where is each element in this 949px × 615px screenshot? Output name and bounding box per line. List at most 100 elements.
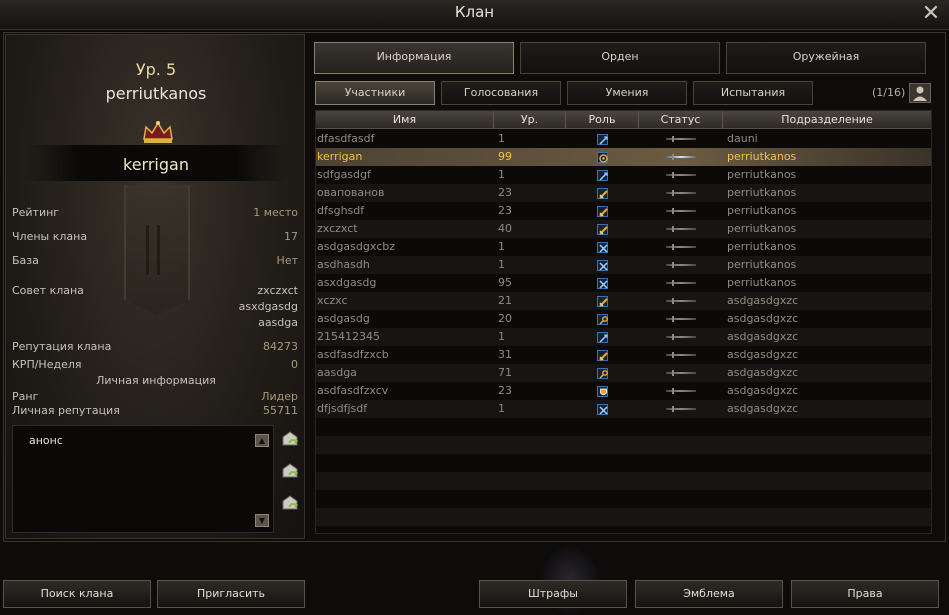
personal-info-header: Личная информация bbox=[96, 374, 216, 387]
stat-label: Члены клана bbox=[12, 230, 88, 243]
tab-information[interactable]: Информация bbox=[314, 42, 514, 74]
col-division[interactable]: Подразделение bbox=[723, 111, 931, 128]
member-division: asdgasdgxzc bbox=[727, 348, 799, 361]
empty-row bbox=[316, 490, 931, 508]
status-sword-icon bbox=[666, 172, 696, 178]
member-level: 40 bbox=[498, 222, 512, 235]
status-sword-icon bbox=[666, 370, 696, 376]
role-key-icon bbox=[597, 368, 608, 379]
role-shield-icon bbox=[597, 386, 608, 397]
stat-value: 17 bbox=[284, 230, 298, 243]
table-row[interactable]: 215412345 1 asdgasdgxzc bbox=[316, 328, 931, 346]
page-counter: (1/16) bbox=[872, 86, 906, 99]
member-level: 99 bbox=[498, 150, 512, 163]
subtab-skills[interactable]: Умения bbox=[567, 81, 687, 105]
table-row[interactable]: asdhasdh 1 perriutkanos bbox=[316, 256, 931, 274]
member-division: dauni bbox=[727, 132, 758, 145]
stat-value: 0 bbox=[291, 358, 298, 371]
table-row[interactable]: asdfasdfzxcb 31 asdgasdgxzc bbox=[316, 346, 931, 364]
member-level: 23 bbox=[498, 186, 512, 199]
member-level: 23 bbox=[498, 384, 512, 397]
status-sword-icon bbox=[666, 244, 696, 250]
stat-label: Репутация клана bbox=[12, 340, 112, 353]
clan-info-panel: Ур. 5 perriutkanos kerrigan Рейтинг 1 ме… bbox=[5, 34, 305, 539]
role-sword-icon bbox=[597, 206, 608, 217]
table-row[interactable]: asdgasdgxcbz 1 perriutkanos bbox=[316, 238, 931, 256]
member-name: asxdgasdg bbox=[317, 276, 377, 289]
empty-row bbox=[316, 454, 931, 472]
crown-icon bbox=[143, 121, 173, 143]
scroll-down-icon[interactable]: ▼ bbox=[255, 514, 269, 527]
rights-button[interactable]: Права bbox=[791, 580, 939, 608]
council-member: zxczxct bbox=[257, 284, 298, 297]
role-sword-icon bbox=[597, 224, 608, 235]
member-division: perriutkanos bbox=[727, 186, 797, 199]
member-level: 1 bbox=[498, 168, 505, 181]
stat-members: Члены клана 17 bbox=[12, 230, 298, 244]
col-role[interactable]: Роль bbox=[566, 111, 639, 128]
table-row[interactable]: asdfasdfzxcv 23 asdgasdgxzc bbox=[316, 382, 931, 400]
clan-name: perriutkanos bbox=[105, 84, 207, 103]
member-division: asdgasdgxzc bbox=[727, 384, 799, 397]
personal-reputation: Личная репутация 55711 bbox=[12, 404, 298, 418]
profile-button[interactable] bbox=[909, 83, 931, 103]
stat-value: 84273 bbox=[263, 340, 298, 353]
stat-value: Нет bbox=[276, 254, 298, 267]
col-status[interactable]: Статус bbox=[639, 111, 723, 128]
table-row[interactable]: dfsghsdf 23 perriutkanos bbox=[316, 202, 931, 220]
member-division: perriutkanos bbox=[727, 276, 797, 289]
invite-button[interactable]: Пригласить bbox=[157, 580, 305, 608]
table-row[interactable]: asdgasdg 20 asdgasdgxzc bbox=[316, 310, 931, 328]
status-sword-icon bbox=[666, 262, 696, 268]
status-sword-icon bbox=[666, 190, 696, 196]
role-sword-icon bbox=[597, 296, 608, 307]
status-sword-icon bbox=[666, 298, 696, 304]
table-row[interactable]: asxdgasdg 95 perriutkanos bbox=[316, 274, 931, 292]
emblem-button[interactable]: Эмблема bbox=[635, 580, 783, 608]
stat-weekly: КРП/Неделя 0 bbox=[12, 358, 298, 372]
subtab-trials[interactable]: Испытания bbox=[693, 81, 813, 105]
close-icon[interactable]: ✕ bbox=[919, 3, 943, 27]
subtab-members[interactable]: Участники bbox=[315, 81, 435, 105]
scroll-up-icon[interactable]: ▲ bbox=[255, 434, 269, 447]
col-name[interactable]: Имя bbox=[316, 111, 494, 128]
table-row[interactable]: aasdga 71 asdgasdgxzc bbox=[316, 364, 931, 382]
tab-order[interactable]: Орден bbox=[520, 42, 720, 74]
announcement-box[interactable]: анонс ▲ ▼ bbox=[12, 425, 274, 533]
member-level: 95 bbox=[498, 276, 512, 289]
clan-leader-name: kerrigan bbox=[123, 155, 189, 174]
status-sword-icon bbox=[666, 280, 696, 286]
tab-armory[interactable]: Оружейная bbox=[726, 42, 926, 74]
search-clan-button[interactable]: Поиск клана bbox=[3, 580, 151, 608]
status-sword-icon bbox=[666, 316, 696, 322]
table-row[interactable]: dfjsdfjsdf 1 asdgasdgxzc bbox=[316, 400, 931, 418]
mail-reply-icon[interactable] bbox=[280, 493, 300, 513]
penalties-button[interactable]: Штрафы bbox=[479, 580, 627, 608]
table-row[interactable]: sdfgasdgf 1 perriutkanos bbox=[316, 166, 931, 184]
table-row[interactable]: овапованов 23 perriutkanos bbox=[316, 184, 931, 202]
person-icon bbox=[913, 86, 927, 101]
role-cross-icon bbox=[597, 278, 608, 289]
member-division: perriutkanos bbox=[727, 204, 797, 217]
table-row[interactable]: zxczxct 40 perriutkanos bbox=[316, 220, 931, 238]
table-row[interactable]: kerrigan 99 perriutkanos bbox=[316, 148, 931, 166]
member-name: dfjsdfjsdf bbox=[317, 402, 368, 415]
col-level[interactable]: Ур. bbox=[494, 111, 566, 128]
empty-row bbox=[316, 526, 931, 544]
member-name: 215412345 bbox=[317, 330, 380, 343]
member-level: 21 bbox=[498, 294, 512, 307]
status-sword-icon bbox=[666, 136, 696, 142]
mail-reply-icon[interactable] bbox=[280, 429, 300, 449]
stat-label: База bbox=[12, 254, 39, 267]
mail-reply-icon[interactable] bbox=[280, 461, 300, 481]
role-sword-icon bbox=[597, 170, 608, 181]
member-division: perriutkanos bbox=[727, 258, 797, 271]
table-row[interactable]: dfasdfasdf 1 dauni bbox=[316, 130, 931, 148]
table-row[interactable]: xczxc 21 asdgasdgxzc bbox=[316, 292, 931, 310]
status-sword-icon bbox=[666, 208, 696, 214]
role-leader-icon bbox=[597, 152, 608, 163]
personal-rank: Ранг Лидер bbox=[12, 390, 298, 404]
member-division: perriutkanos bbox=[727, 150, 797, 163]
member-level: 1 bbox=[498, 258, 505, 271]
subtab-voting[interactable]: Голосования bbox=[441, 81, 561, 105]
